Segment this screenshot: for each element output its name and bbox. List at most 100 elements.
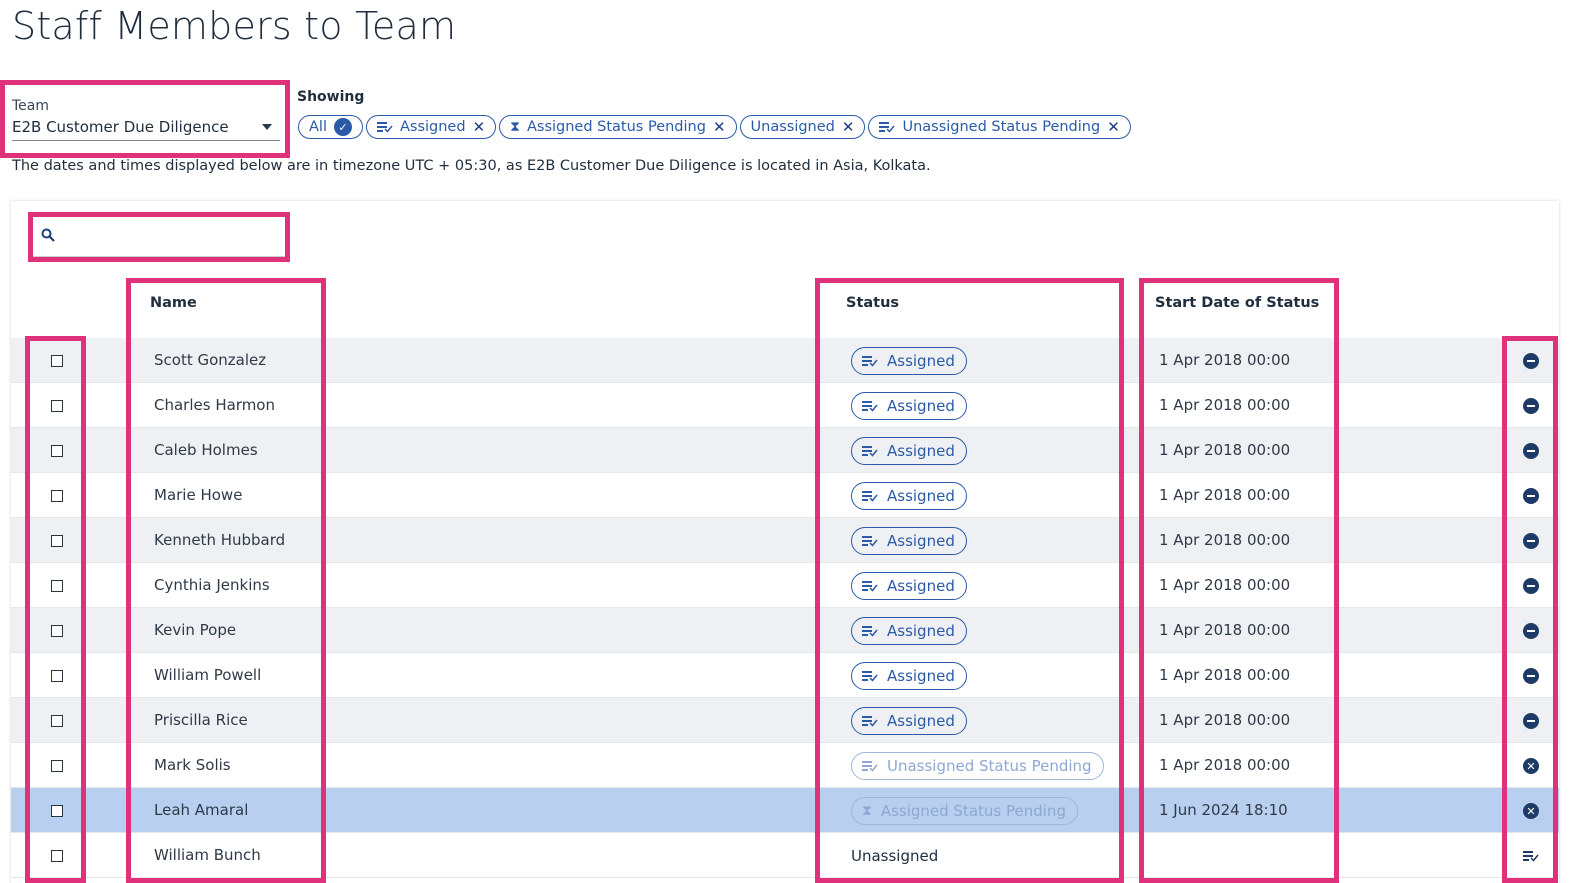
list-check-icon: [862, 445, 878, 457]
row-name: William Bunch: [154, 846, 261, 864]
row-checkbox[interactable]: [51, 625, 63, 637]
remove-icon[interactable]: [1523, 533, 1539, 549]
table-row[interactable]: Cynthia Jenkins Assigned 1 Apr 2018 00:00: [11, 563, 1559, 608]
timezone-note: The dates and times displayed below are …: [12, 158, 931, 174]
status-label: Assigned Status Pending: [880, 802, 1066, 820]
remove-icon[interactable]: [1523, 398, 1539, 414]
team-select[interactable]: Team E2B Customer Due Diligence: [12, 96, 280, 142]
list-check-icon: [862, 715, 878, 727]
team-value: E2B Customer Due Diligence: [12, 118, 229, 136]
row-name: Mark Solis: [154, 756, 231, 774]
status-badge: Assigned: [851, 662, 967, 690]
list-check-icon: [862, 760, 878, 772]
table-row[interactable]: Marie Howe Assigned 1 Apr 2018 00:00: [11, 473, 1559, 518]
row-checkbox[interactable]: [51, 490, 63, 502]
status-badge: Assigned: [851, 392, 967, 420]
search-input[interactable]: [33, 218, 285, 258]
list-check-icon: [862, 625, 878, 637]
row-start-date: 1 Apr 2018 00:00: [1159, 441, 1291, 459]
row-checkbox[interactable]: [51, 535, 63, 547]
close-icon[interactable]: ✕: [473, 118, 486, 136]
staff-members-page: Staff Members to Team Team E2B Customer …: [0, 0, 1572, 883]
row-start-date: 1 Apr 2018 00:00: [1159, 576, 1291, 594]
table-row[interactable]: Kenneth Hubbard Assigned 1 Apr 2018 00:00: [11, 518, 1559, 563]
row-start-date: 1 Apr 2018 00:00: [1159, 756, 1291, 774]
column-header-status[interactable]: Status: [846, 295, 899, 311]
row-checkbox[interactable]: [51, 670, 63, 682]
close-icon[interactable]: ✕: [713, 118, 726, 136]
check-circle-icon: ✓: [333, 118, 352, 136]
status-label: Assigned: [887, 712, 955, 730]
filter-chip-assigned-status-pending[interactable]: ⧗ Assigned Status Pending ✕: [499, 115, 737, 139]
row-name: William Powell: [154, 666, 262, 684]
status-label: Assigned: [887, 397, 955, 415]
filter-chip-label: All: [309, 119, 327, 135]
row-checkbox[interactable]: [51, 355, 63, 367]
row-name: Kenneth Hubbard: [154, 531, 286, 549]
row-checkbox[interactable]: [51, 805, 63, 817]
filter-chip-all[interactable]: All ✓: [298, 115, 363, 139]
chevron-down-icon[interactable]: [262, 124, 272, 130]
filter-chip-label: Assigned: [399, 119, 466, 135]
table-row[interactable]: Kevin Pope Assigned 1 Apr 2018 00:00: [11, 608, 1559, 653]
filter-chip-assigned[interactable]: Assigned ✕: [365, 115, 497, 139]
remove-icon[interactable]: [1523, 443, 1539, 459]
row-checkbox[interactable]: [51, 850, 63, 862]
row-checkbox[interactable]: [51, 400, 63, 412]
search-icon: [41, 228, 55, 246]
row-name: Priscilla Rice: [154, 711, 248, 729]
table-row[interactable]: Mark Solis Unassigned Status Pending 1 Apr…: [11, 743, 1559, 788]
status-badge: Assigned: [851, 347, 967, 375]
status-label: Assigned: [887, 487, 955, 505]
filter-chip-unassigned[interactable]: Unassigned ✕: [739, 115, 866, 139]
list-check-icon: [862, 400, 878, 412]
table-row[interactable]: William Bunch Unassigned: [11, 833, 1559, 878]
row-checkbox[interactable]: [51, 760, 63, 772]
close-icon[interactable]: ✕: [1107, 118, 1120, 136]
team-label: Team: [12, 98, 50, 114]
row-checkbox[interactable]: [51, 580, 63, 592]
status-badge: Unassigned Status Pending: [851, 752, 1104, 780]
row-start-date: 1 Apr 2018 00:00: [1159, 711, 1291, 729]
assign-icon[interactable]: [1523, 848, 1539, 864]
table-row[interactable]: Charles Harmon Assigned 1 Apr 2018 00:00: [11, 383, 1559, 428]
list-check-icon: [376, 121, 393, 133]
table-row[interactable]: Priscilla Rice Assigned 1 Apr 2018 00:00: [11, 698, 1559, 743]
remove-icon[interactable]: [1523, 578, 1539, 594]
cancel-icon[interactable]: ✕: [1523, 758, 1539, 774]
cancel-icon[interactable]: ✕: [1523, 803, 1539, 819]
filter-chip-label: Unassigned Status Pending: [902, 119, 1101, 135]
status-label: Assigned: [887, 622, 955, 640]
row-checkbox[interactable]: [51, 445, 63, 457]
remove-icon[interactable]: [1523, 623, 1539, 639]
table-row[interactable]: Leah Amaral ⧗ Assigned Status Pending 1 Jun…: [11, 788, 1559, 833]
table-row[interactable]: William Powell Assigned 1 Apr 2018 00:00: [11, 653, 1559, 698]
status-badge: Assigned: [851, 707, 967, 735]
row-start-date: 1 Apr 2018 00:00: [1159, 396, 1291, 414]
status-label: Assigned: [887, 577, 955, 595]
table-row[interactable]: Scott Gonzalez Assigned 1 Apr 2018 00:00: [11, 338, 1559, 383]
remove-icon[interactable]: [1523, 713, 1539, 729]
row-start-date: 1 Apr 2018 00:00: [1159, 666, 1291, 684]
remove-icon[interactable]: [1523, 488, 1539, 504]
row-start-date: 1 Apr 2018 00:00: [1159, 621, 1291, 639]
status-label: Unassigned Status Pending: [887, 757, 1092, 775]
hourglass-icon: ⧗: [510, 119, 520, 135]
list-check-icon: [862, 535, 878, 547]
row-checkbox[interactable]: [51, 715, 63, 727]
row-name: Scott Gonzalez: [154, 351, 267, 369]
showing-label: Showing: [297, 89, 365, 105]
row-start-date: 1 Jun 2024 18:10: [1159, 801, 1288, 819]
list-check-icon: [862, 670, 878, 682]
list-check-icon: [879, 121, 896, 133]
close-icon[interactable]: ✕: [842, 118, 855, 136]
column-header-name[interactable]: Name: [150, 295, 197, 311]
row-name: Caleb Holmes: [154, 441, 258, 459]
column-header-start-date[interactable]: Start Date of Status: [1155, 295, 1319, 311]
filter-chip-unassigned-status-pending[interactable]: Unassigned Status Pending ✕: [868, 115, 1131, 139]
table-row[interactable]: Caleb Holmes Assigned 1 Apr 2018 00:00: [11, 428, 1559, 473]
remove-icon[interactable]: [1523, 353, 1539, 369]
remove-icon[interactable]: [1523, 668, 1539, 684]
search-underline: [33, 256, 285, 257]
row-start-date: 1 Apr 2018 00:00: [1159, 486, 1291, 504]
